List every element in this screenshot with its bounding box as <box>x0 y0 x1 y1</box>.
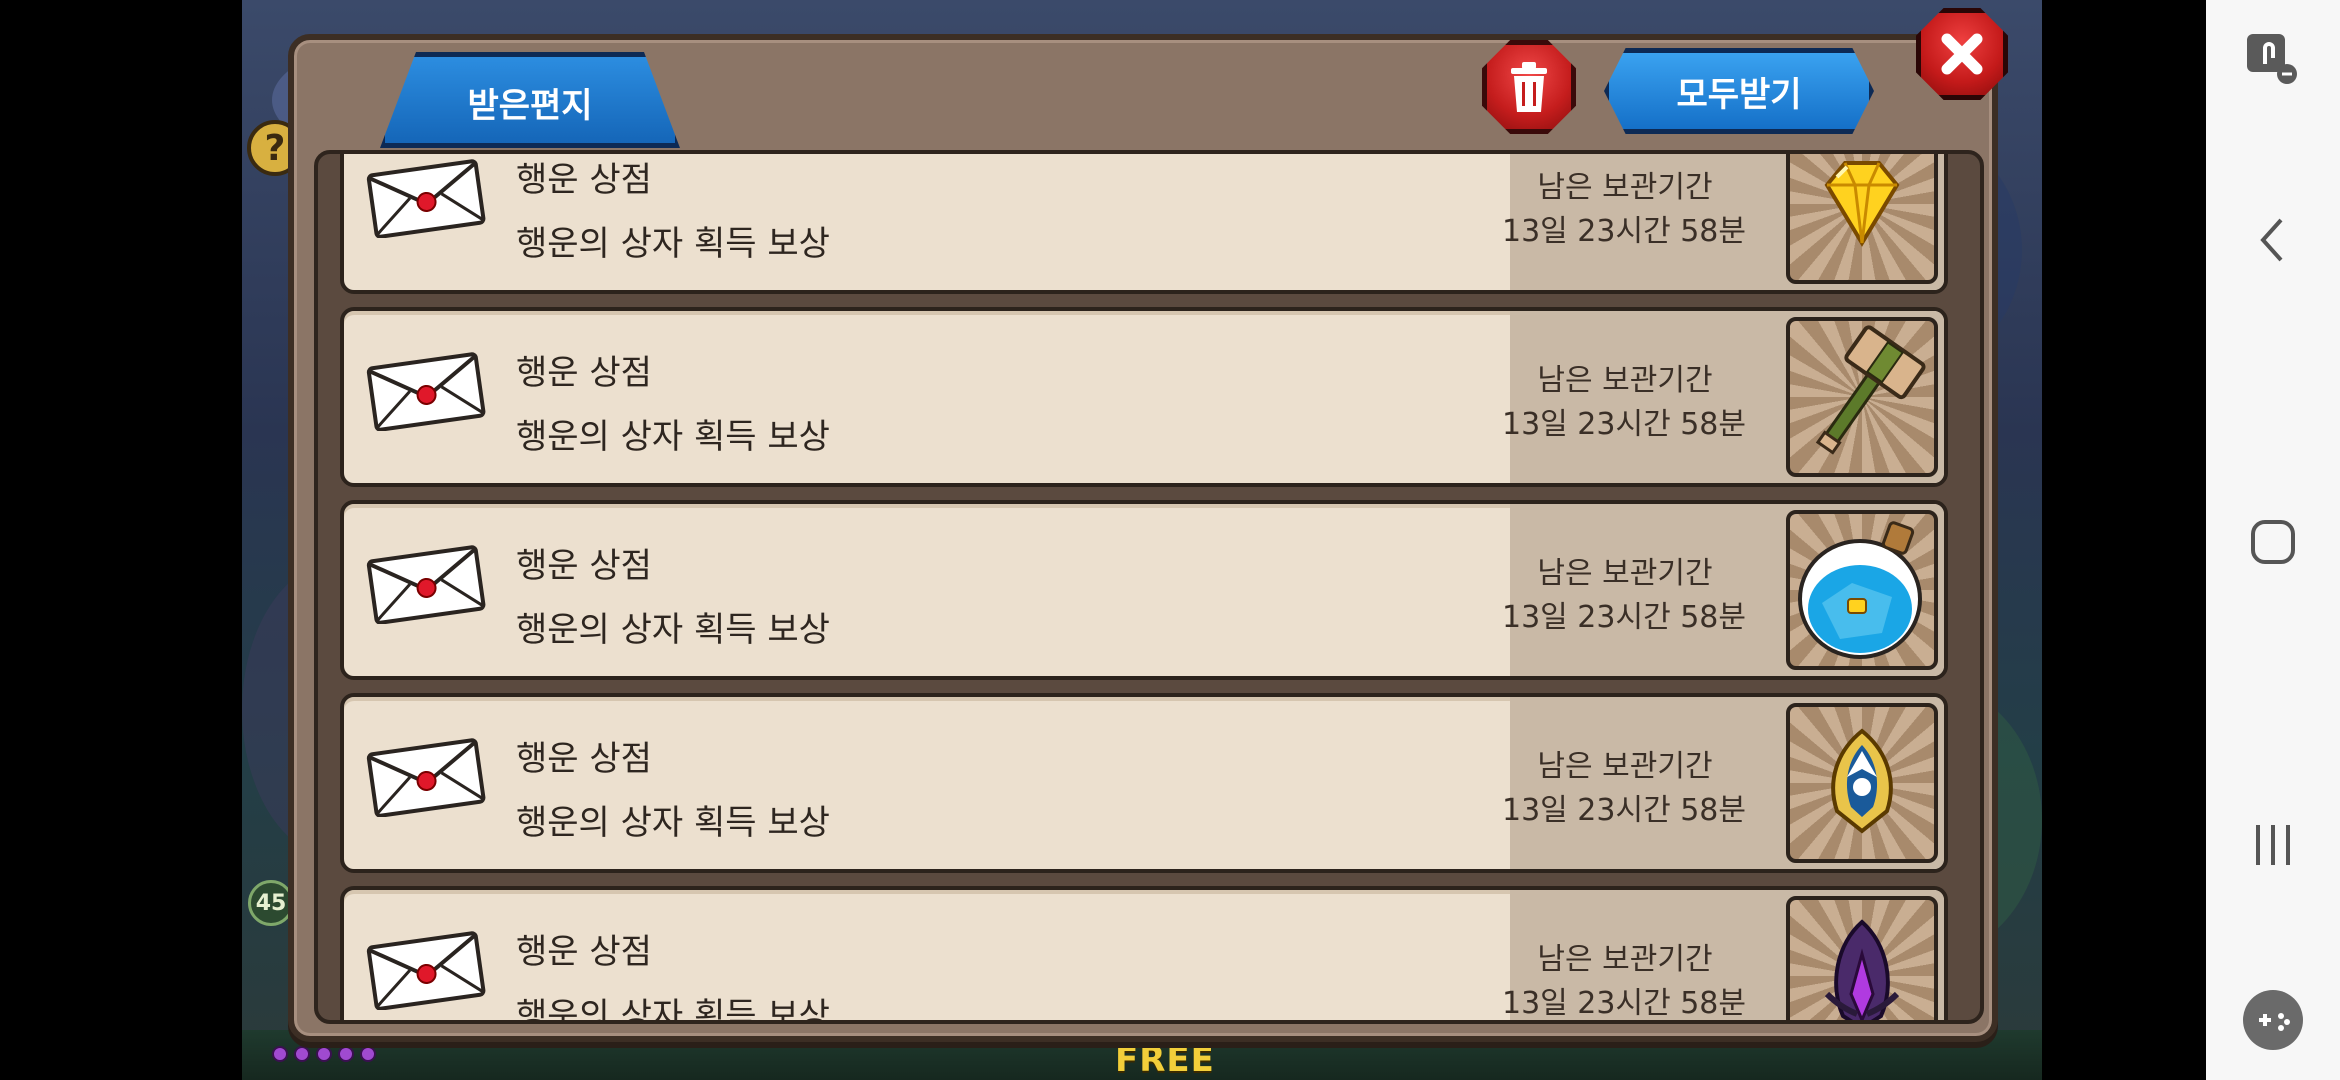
mail-list: 행운 상점 행운의 상자 획득 보상 남은 보관기간 13일 23시간 58분 … <box>340 154 1970 1024</box>
system-navigation-bar <box>2206 0 2340 1080</box>
energy-dot <box>316 1046 332 1062</box>
retention-time: 13일 23시간 58분 <box>1502 407 1746 442</box>
diamond-icon <box>1807 154 1917 261</box>
mail-title: 행운 상점 <box>516 353 652 393</box>
close-icon <box>1941 33 1983 75</box>
recents-icon <box>2256 825 2290 865</box>
help-badge-label: ? <box>264 127 286 169</box>
retention-time: 13일 23시간 58분 <box>1502 600 1746 635</box>
trash-icon <box>1511 62 1547 112</box>
mail-title: 행운 상점 <box>516 160 652 200</box>
touch-lock-icon <box>2247 34 2297 84</box>
tab-received-mail[interactable]: 받은편지 <box>380 52 680 148</box>
receive-all-button[interactable]: 모두받기 <box>1604 48 1874 134</box>
envelope-icon <box>366 931 486 1010</box>
touch-lock-button[interactable] <box>2206 0 2340 120</box>
free-label[interactable]: FREE <box>1115 1040 1215 1080</box>
retention-label: 남은 보관기간 <box>1537 363 1713 398</box>
receive-all-label: 모두받기 <box>1676 74 1802 115</box>
reward-item-slot[interactable] <box>1786 154 1938 284</box>
mail-row[interactable]: 행운 상점 행운의 상자 획득 보상 남은 보관기간 13일 23시간 58분 <box>340 693 1948 873</box>
mail-description: 행운의 상자 획득 보상 <box>516 224 830 264</box>
close-button[interactable] <box>1916 8 2008 100</box>
mail-title: 행운 상점 <box>516 546 652 586</box>
energy-dot <box>360 1046 376 1062</box>
mail-row[interactable]: 행운 상점 행운의 상자 획득 보상 남은 보관기간 13일 23시간 58분 <box>340 886 1948 1024</box>
left-letterbox <box>0 0 242 1080</box>
envelope-icon <box>366 545 486 624</box>
home-icon <box>2251 520 2295 564</box>
gamepad-icon <box>2243 990 2303 1050</box>
retention-label: 남은 보관기간 <box>1537 749 1713 784</box>
mail-description: 행운의 상자 획득 보상 <box>516 996 830 1024</box>
back-icon <box>2260 218 2283 262</box>
retention-label: 남은 보관기간 <box>1537 556 1713 591</box>
mail-title: 행운 상점 <box>516 739 652 779</box>
retention-time: 13일 23시간 58분 <box>1502 214 1746 249</box>
game-tools-button[interactable] <box>2206 960 2340 1080</box>
dark-crystal-icon <box>1807 914 1917 1020</box>
mail-title: 행운 상점 <box>516 932 652 972</box>
retention-label: 남은 보관기간 <box>1537 942 1713 977</box>
energy-dot <box>338 1046 354 1062</box>
tab-received-mail-label: 받은편지 <box>467 85 593 126</box>
mail-description: 행운의 상자 획득 보상 <box>516 417 830 457</box>
home-button[interactable] <box>2206 482 2340 602</box>
back-button[interactable] <box>2206 180 2340 300</box>
winged-emblem-icon <box>1807 721 1917 845</box>
recents-button[interactable] <box>2206 785 2340 905</box>
level-badge-label: 45 <box>255 890 287 916</box>
mail-description: 행운의 상자 획득 보상 <box>516 803 830 843</box>
potion-bottle-icon <box>1792 514 1932 666</box>
mail-list-container[interactable]: 행운 상점 행운의 상자 획득 보상 남은 보관기간 13일 23시간 58분 … <box>314 150 1984 1024</box>
envelope-icon <box>366 159 486 238</box>
envelope-icon <box>366 738 486 817</box>
mailbox-dialog: 행운 상점 행운의 상자 획득 보상 남은 보관기간 13일 23시간 58분 … <box>288 34 1998 1042</box>
reward-item-slot[interactable] <box>1786 703 1938 863</box>
energy-dots <box>272 1046 376 1062</box>
retention-label: 남은 보관기간 <box>1537 170 1713 205</box>
mail-row[interactable]: 행운 상점 행운의 상자 획득 보상 남은 보관기간 13일 23시간 58분 <box>340 500 1948 680</box>
reward-item-slot[interactable] <box>1786 510 1938 670</box>
energy-dot <box>272 1046 288 1062</box>
envelope-icon <box>366 352 486 431</box>
mail-description: 행운의 상자 획득 보상 <box>516 610 830 650</box>
hammer-icon <box>1797 325 1927 469</box>
retention-time: 13일 23시간 58분 <box>1502 986 1746 1021</box>
mail-row[interactable]: 행운 상점 행운의 상자 획득 보상 남은 보관기간 13일 23시간 58분 <box>340 307 1948 487</box>
energy-dot <box>294 1046 310 1062</box>
retention-time: 13일 23시간 58분 <box>1502 793 1746 828</box>
reward-item-slot[interactable] <box>1786 896 1938 1020</box>
mail-row[interactable]: 행운 상점 행운의 상자 획득 보상 남은 보관기간 13일 23시간 58분 <box>340 154 1948 294</box>
reward-item-slot[interactable] <box>1786 317 1938 477</box>
